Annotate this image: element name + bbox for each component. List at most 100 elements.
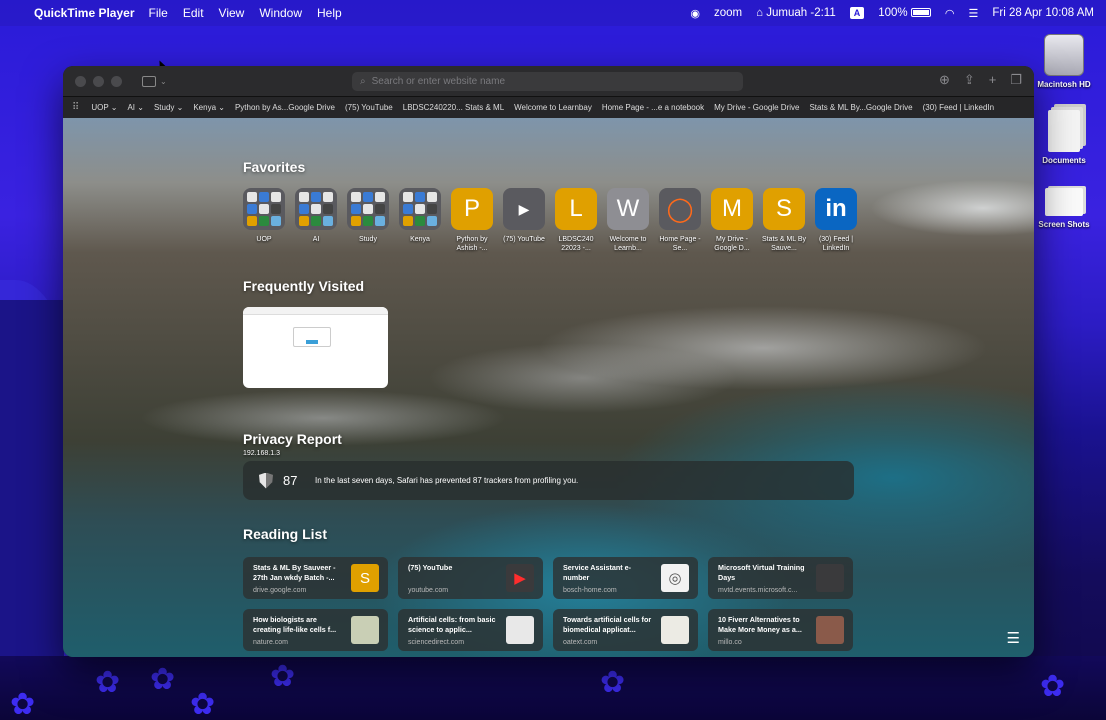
bookmark-folder-ai[interactable]: AI ⌄ — [127, 103, 143, 112]
customize-start-page-icon[interactable]: ☰ — [1007, 629, 1020, 647]
battery-menu[interactable]: 100% — [878, 7, 931, 19]
bookmark-folder-kenya[interactable]: Kenya ⌄ — [193, 103, 225, 112]
menu-view[interactable]: View — [219, 6, 245, 20]
battery-percent: 100% — [878, 7, 908, 19]
downloads-icon[interactable]: ⊕ — [939, 72, 950, 88]
favorite-item[interactable]: UOP — [241, 188, 287, 244]
reading-item-domain: millo.co — [718, 639, 742, 646]
bookmark-folder-uop[interactable]: UOP ⌄ — [91, 103, 117, 112]
reading-list-item[interactable]: Microsoft Virtual Training Days mvtd.even… — [708, 557, 853, 599]
site-icon: in — [815, 188, 857, 230]
zoom-button[interactable] — [111, 75, 122, 87]
reading-list-item[interactable]: How biologists are creating life-like ce… — [243, 609, 388, 651]
desktop-icon-screen-shots[interactable]: Screen Shots — [1029, 182, 1099, 229]
reading-list-item[interactable]: Stats & ML By Sauveer - 27th Jan wkdy Ba… — [243, 557, 388, 599]
safari-toolbar: ⌄ ⌕ Search or enter website name ⊕ ⇪ + ❐ — [63, 66, 1034, 96]
desktop-icon-label: Documents — [1042, 156, 1086, 165]
favorite-item[interactable]: L LBDSC240 22023 -... — [553, 188, 599, 254]
favorite-item[interactable]: in (30) Feed | LinkedIn — [813, 188, 859, 254]
minimize-button[interactable] — [93, 75, 104, 87]
favorite-item[interactable]: ▶ (75) YouTube — [501, 188, 547, 244]
clock[interactable]: Fri 28 Apr 10:08 AM — [992, 7, 1094, 19]
favorite-item[interactable]: P Python by Ashish -... — [449, 188, 495, 254]
bookmark-item[interactable]: LBDSC240220... Stats & ML — [403, 103, 504, 112]
desktop-icon-label: Macintosh HD — [1037, 80, 1091, 89]
favorite-item[interactable]: ◯ Home Page - Se... — [657, 188, 703, 254]
close-button[interactable] — [75, 75, 86, 87]
bookmark-folder-study[interactable]: Study ⌄ — [154, 103, 183, 112]
reading-item-title: Service Assistant e-number — [563, 563, 632, 583]
bookmark-item[interactable]: Stats & ML By...Google Drive — [809, 103, 912, 112]
documents-icon — [1048, 110, 1080, 152]
desktop-icon-documents[interactable]: Documents — [1029, 110, 1099, 165]
favorite-label: (75) YouTube — [503, 236, 545, 243]
privacy-report-card[interactable]: 87 In the last seven days, Safari has pr… — [243, 461, 854, 500]
reading-item-thumbnail — [661, 616, 689, 644]
chevron-down-icon[interactable]: ⌄ — [160, 77, 167, 86]
favorite-item[interactable]: S Stats & ML By Sauve... — [761, 188, 807, 254]
reading-list-item[interactable]: Artificial cells: from basic science to … — [398, 609, 543, 651]
favorite-label: Welcome to Learnb... — [609, 236, 647, 253]
favorite-item[interactable]: Kenya — [397, 188, 443, 244]
favorite-item[interactable]: Study — [345, 188, 391, 244]
reading-item-domain: drive.google.com — [253, 587, 307, 594]
menu-file[interactable]: File — [149, 6, 168, 20]
frequently-visited-tile[interactable] — [243, 307, 388, 388]
thumbnail-button — [306, 340, 318, 344]
bookmark-item[interactable]: (75) YouTube — [345, 103, 393, 112]
reading-list-item[interactable]: (75) YouTube youtube.com ▶ — [398, 557, 543, 599]
start-page: Favorites UOP AI Study Kenya P Python by Ashi… — [63, 118, 1034, 657]
reading-item-title: Artificial cells: from basic science to … — [408, 615, 496, 635]
thumbnail-header — [243, 307, 388, 315]
folder-icon — [295, 188, 337, 230]
bookmark-item[interactable]: (30) Feed | LinkedIn — [923, 103, 994, 112]
bookmark-item[interactable]: My Drive - Google Drive — [714, 103, 799, 112]
bookmark-item[interactable]: Home Page - ...e a notebook — [602, 103, 704, 112]
reading-item-domain: youtube.com — [408, 587, 449, 594]
battery-icon — [910, 8, 931, 18]
grid-icon[interactable]: ⠿ — [72, 102, 79, 113]
zoom-menu[interactable]: zoom — [714, 7, 742, 19]
input-source-icon[interactable]: A — [849, 7, 865, 19]
screenshots-icon — [1045, 188, 1083, 216]
favorite-item[interactable]: M My Drive - Google D... — [709, 188, 755, 254]
favorite-item[interactable]: W Welcome to Learnb... — [605, 188, 651, 254]
address-bar[interactable]: ⌕ Search or enter website name — [352, 72, 743, 91]
bookmark-item[interactable]: Python by As...Google Drive — [235, 103, 335, 112]
folder-icon — [243, 188, 285, 230]
bookmark-item[interactable]: Welcome to Learnbay — [514, 103, 592, 112]
desktop-icon-macintosh-hd[interactable]: Macintosh HD — [1029, 34, 1099, 89]
menu-bar: QuickTime Player File Edit View Window H… — [0, 0, 1106, 26]
reading-list-item[interactable]: Service Assistant e-number bosch-home.com… — [553, 557, 698, 599]
tab-overview-icon[interactable]: ❐ — [1010, 72, 1022, 88]
control-center-icon[interactable]: ☰ — [968, 7, 978, 20]
menu-help[interactable]: Help — [317, 6, 342, 20]
record-icon[interactable]: ◉ — [690, 7, 700, 20]
site-icon: ◯ — [659, 188, 701, 230]
prayer-time-menu[interactable]: ⌂ Jumuah -2:11 — [756, 7, 836, 19]
reading-item-thumbnail — [351, 616, 379, 644]
reading-item-thumbnail — [816, 564, 844, 592]
reading-list-item[interactable]: 10 Fiverr Alternatives to Make More Mone… — [708, 609, 853, 651]
new-tab-icon[interactable]: + — [989, 72, 997, 88]
reading-list-item[interactable]: Towards artificial cells for biomedical … — [553, 609, 698, 651]
sidebar-toggle-icon[interactable] — [142, 75, 156, 87]
reading-item-thumbnail: ▶ — [506, 564, 534, 592]
flower-decoration: ✿ — [10, 688, 36, 720]
favorite-item[interactable]: AI — [293, 188, 339, 244]
prayer-time-label: Jumuah -2:11 — [766, 7, 836, 19]
wifi-icon[interactable]: ◠ — [945, 7, 955, 20]
menu-edit[interactable]: Edit — [183, 6, 204, 20]
flower-decoration: ✿ — [1040, 670, 1066, 703]
app-name-menu[interactable]: QuickTime Player — [34, 6, 135, 20]
favorites-heading: Favorites — [243, 159, 306, 175]
share-icon[interactable]: ⇪ — [964, 72, 975, 88]
menu-window[interactable]: Window — [259, 6, 302, 20]
reading-item-title: How biologists are creating life-like ce… — [253, 615, 337, 635]
flower-decoration: ✿ — [270, 660, 296, 693]
site-icon: P — [451, 188, 493, 230]
reading-item-title: 10 Fiverr Alternatives to Make More Mone… — [718, 615, 802, 635]
folder-icon — [347, 188, 389, 230]
tracker-count: 87 — [283, 473, 298, 488]
search-icon: ⌕ — [360, 76, 366, 87]
